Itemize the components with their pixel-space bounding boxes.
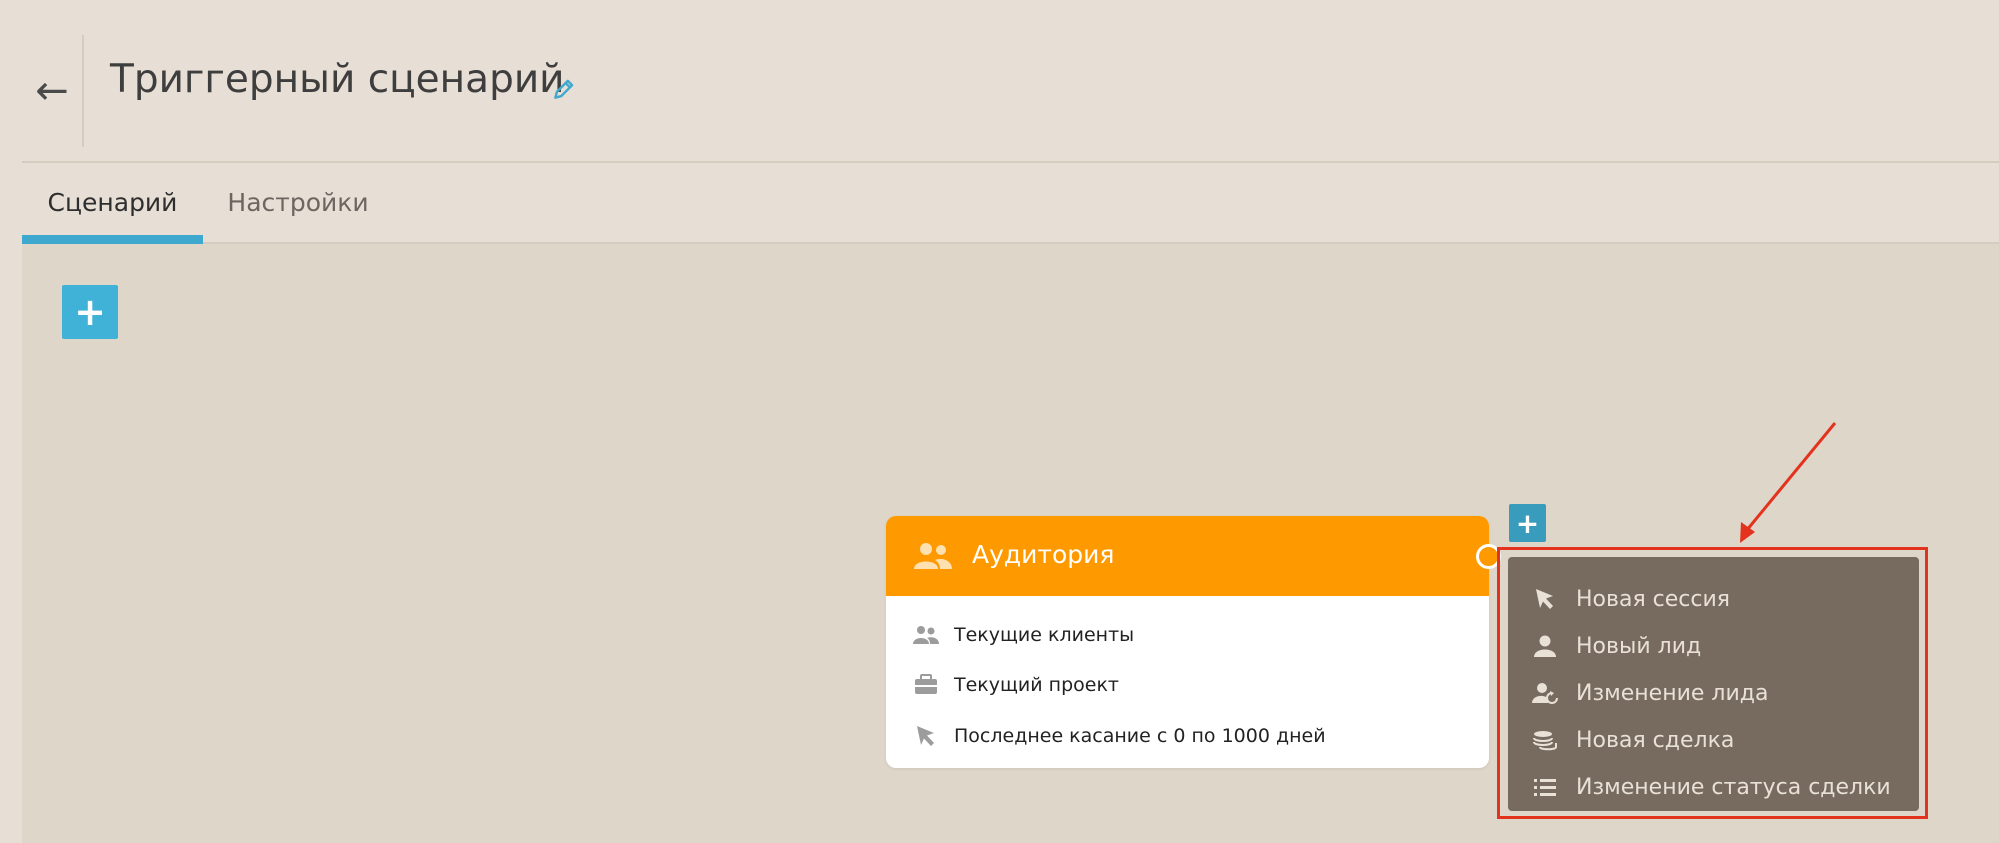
add-trigger-button[interactable]: + <box>1509 504 1546 542</box>
condition-label: Текущий проект <box>954 674 1119 696</box>
condition-row: Текущий проект <box>913 670 1119 700</box>
audience-node-title: Аудитория <box>972 540 1115 569</box>
condition-row: Последнее касание с 0 по 1000 дней <box>913 721 1326 751</box>
pencil-icon[interactable] <box>551 76 577 102</box>
back-button[interactable]: ← <box>22 35 82 147</box>
annotation-highlight-box <box>1497 547 1928 819</box>
condition-label: Последнее касание с 0 по 1000 дней <box>954 725 1326 747</box>
audience-node[interactable]: Аудитория Текущие клиенты Текущий проект… <box>886 516 1501 768</box>
scenario-canvas[interactable]: + Аудитория Текущие клиенты Текущий прое… <box>22 244 1999 843</box>
users-icon <box>914 543 952 569</box>
briefcase-icon <box>915 674 937 694</box>
users-icon <box>913 626 939 644</box>
tab-settings[interactable]: Настройки <box>203 163 393 242</box>
page-title: Триггерный сценарий <box>110 57 565 102</box>
add-node-button[interactable]: + <box>62 285 118 339</box>
app-window: ← Триггерный сценарий Сценарий Настройки… <box>22 0 1999 843</box>
tab-bar: Сценарий Настройки <box>22 163 1999 244</box>
cursor-icon <box>917 726 934 746</box>
condition-row: Текущие клиенты <box>913 620 1134 650</box>
audience-node-header[interactable]: Аудитория <box>886 516 1501 596</box>
annotation-arrow-icon <box>1740 422 1837 543</box>
tab-scenario[interactable]: Сценарий <box>22 163 203 244</box>
header-divider <box>82 35 84 147</box>
back-arrow-icon: ← <box>35 68 69 114</box>
page-header: ← Триггерный сценарий <box>22 0 1999 163</box>
condition-label: Текущие клиенты <box>954 624 1135 646</box>
